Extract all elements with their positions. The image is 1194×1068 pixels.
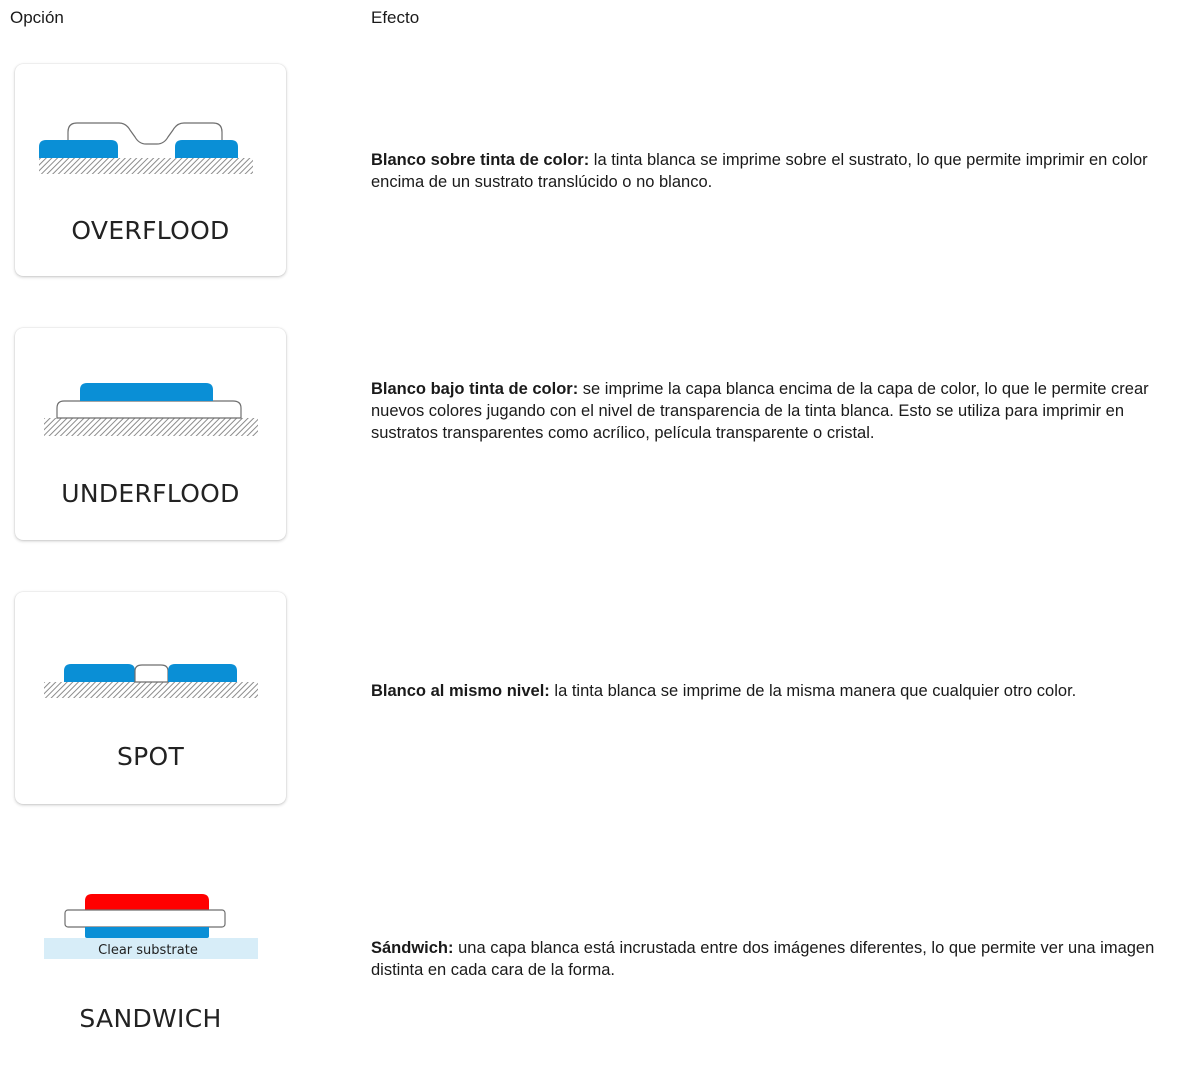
option-card-spot: SPOT <box>15 592 286 804</box>
overflood-diagram <box>39 122 253 174</box>
effect-term: Blanco al mismo nivel: <box>371 682 550 700</box>
white-ink-layer <box>64 909 226 928</box>
effect-term: Sándwich: <box>371 939 454 957</box>
blue-ink-layer <box>80 383 213 401</box>
option-label: SANDWICH <box>79 1004 222 1033</box>
spot-diagram <box>44 664 258 698</box>
blue-ink-left <box>39 140 118 158</box>
substrate <box>44 682 258 698</box>
clear-substrate-label: Clear substrate <box>98 943 198 958</box>
option-label: UNDERFLOOD <box>61 479 240 508</box>
effect-text: la tinta blanca se imprime de la misma m… <box>549 682 1077 700</box>
option-card-sandwich: Clear substrate SANDWICH <box>15 856 286 1068</box>
effect-text: una capa blanca está incrustada entre do… <box>371 939 1155 979</box>
option-card-overflood: OVERFLOOD <box>15 64 286 276</box>
blue-ink-right <box>168 664 237 682</box>
substrate <box>39 158 253 174</box>
underflood-diagram <box>44 383 258 436</box>
column-header-option: Opción <box>10 8 64 27</box>
substrate <box>44 418 258 436</box>
blue-ink-right <box>175 140 238 158</box>
effect-term: Blanco sobre tinta de color: <box>371 151 590 169</box>
effect-description: Blanco bajo tinta de color: se imprime l… <box>371 378 1176 444</box>
blue-ink-layer <box>85 927 209 938</box>
option-label: SPOT <box>116 742 185 771</box>
option-card-underflood: UNDERFLOOD <box>15 328 286 540</box>
column-header-effect: Efecto <box>371 8 420 27</box>
white-ink-layer <box>56 400 242 419</box>
option-label: OVERFLOOD <box>71 216 230 245</box>
effect-description: Blanco al mismo nivel: la tinta blanca s… <box>371 680 1176 702</box>
white-ink-center <box>134 664 169 683</box>
effect-description: Sándwich: una capa blanca está incrustad… <box>371 937 1176 981</box>
effect-term: Blanco bajo tinta de color: <box>371 380 579 398</box>
blue-ink-left <box>64 664 135 682</box>
sandwich-diagram: Clear substrate <box>44 894 258 959</box>
red-ink-layer <box>85 894 209 910</box>
effect-description: Blanco sobre tinta de color: la tinta bl… <box>371 149 1176 193</box>
